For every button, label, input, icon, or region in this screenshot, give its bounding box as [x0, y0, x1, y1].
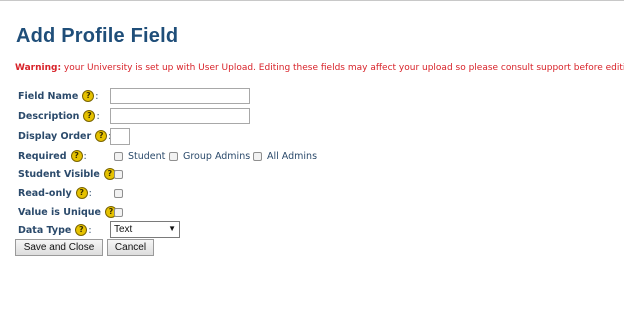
- required-group-admins-label: Group Admins: [183, 151, 251, 162]
- description-input[interactable]: [110, 108, 250, 124]
- read-only-checkbox[interactable]: [114, 189, 123, 198]
- required-all-admins-label: All Admins: [267, 151, 318, 162]
- warning-text: your University is set up with User Uplo…: [61, 63, 624, 73]
- warning-message: Warning: your University is set up with …: [15, 63, 624, 73]
- page-title: Add Profile Field: [16, 25, 179, 47]
- description-row: Description?:: [0, 107, 624, 125]
- required-student-checkbox[interactable]: [114, 152, 123, 161]
- display-order-label: Display Order: [18, 130, 92, 142]
- description-label: Description: [18, 110, 80, 122]
- help-icon[interactable]: ?: [83, 110, 96, 122]
- help-icon[interactable]: ?: [75, 224, 88, 236]
- display-order-input[interactable]: [110, 128, 130, 145]
- value-unique-checkbox[interactable]: [114, 208, 123, 217]
- student-visible-label: Student Visible: [18, 168, 100, 180]
- help-icon[interactable]: ?: [70, 150, 83, 162]
- help-icon[interactable]: ?: [82, 90, 95, 102]
- value-unique-label: Value is Unique: [18, 206, 101, 218]
- value-unique-row: Value is Unique?:: [0, 203, 624, 221]
- read-only-label: Read-only: [18, 187, 72, 199]
- help-icon[interactable]: ?: [95, 130, 108, 142]
- cancel-button[interactable]: Cancel: [107, 239, 154, 256]
- required-student-label: Student: [128, 151, 166, 162]
- save-and-close-button[interactable]: Save and Close: [15, 239, 103, 256]
- required-group-admins-checkbox[interactable]: [169, 152, 178, 161]
- student-visible-row: Student Visible?:: [0, 165, 624, 183]
- data-type-selected-value: Text: [114, 224, 133, 235]
- dropdown-arrow-icon: ▼: [168, 224, 176, 233]
- field-name-label: Field Name: [18, 90, 79, 102]
- required-all-admins-checkbox[interactable]: [253, 152, 262, 161]
- read-only-row: Read-only?:: [0, 184, 624, 202]
- field-name-input[interactable]: [110, 88, 250, 104]
- field-name-row: Field Name?:: [0, 87, 624, 105]
- required-row: Required?: Student Group Admins All Admi…: [18, 150, 318, 162]
- data-type-label: Data Type: [18, 224, 72, 236]
- data-type-row: Data Type?: Text ▼: [0, 221, 624, 239]
- display-order-row: Display Order?:: [0, 127, 624, 145]
- required-label: Required: [18, 150, 67, 162]
- data-type-select[interactable]: Text ▼: [110, 221, 180, 238]
- student-visible-checkbox[interactable]: [114, 170, 123, 179]
- warning-prefix: Warning:: [15, 63, 62, 73]
- help-icon[interactable]: ?: [75, 187, 88, 199]
